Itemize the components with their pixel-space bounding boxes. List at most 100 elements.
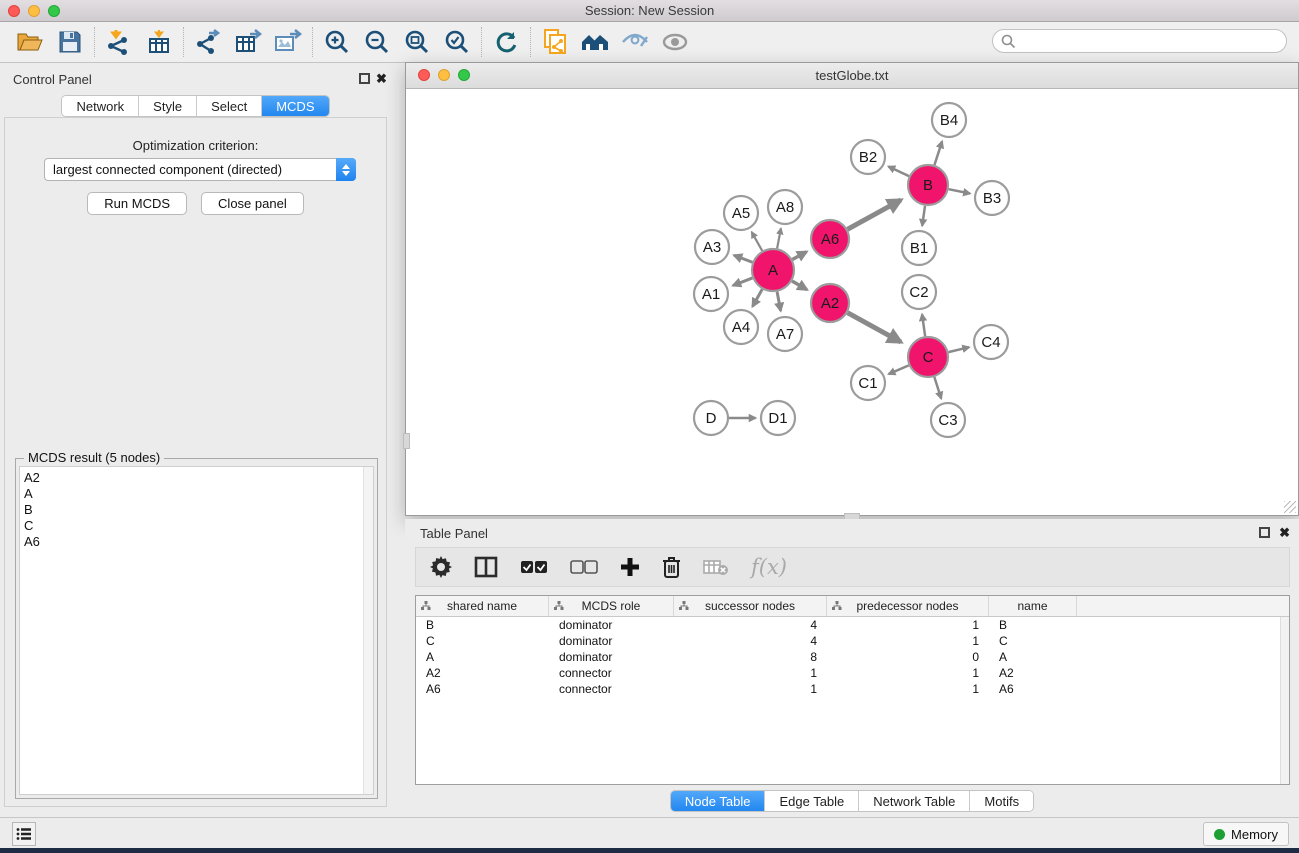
column-visibility-icon[interactable] xyxy=(474,552,498,582)
column-header-shared-name[interactable]: shared name xyxy=(416,596,549,616)
cell-successor-nodes[interactable]: 1 xyxy=(674,681,827,697)
table-options-gear-icon[interactable] xyxy=(430,552,452,582)
cell-predecessor-nodes[interactable]: 1 xyxy=(827,633,989,649)
cell-shared-name[interactable]: A xyxy=(416,649,549,665)
cell-MCDS-role[interactable]: dominator xyxy=(549,649,674,665)
table-row[interactable]: A6connector11A6 xyxy=(416,681,1289,697)
edge-A-A8[interactable] xyxy=(777,228,781,248)
control-panel-float-icon[interactable] xyxy=(359,73,370,84)
optimization-criterion-select[interactable]: largest connected component (directed) xyxy=(44,158,356,181)
table-row[interactable]: A2connector11A2 xyxy=(416,665,1289,681)
network-files-icon[interactable] xyxy=(535,25,575,59)
network-close-button[interactable] xyxy=(418,69,430,81)
network-canvas[interactable]: AA1A2A3A4A5A6A7A8BB1B2B3B4CC1C2C3C4DD1 xyxy=(407,89,1297,515)
mcds-result-list[interactable]: A2ABCA6 xyxy=(19,466,374,795)
import-table-icon[interactable] xyxy=(139,25,179,59)
cell-shared-name[interactable]: C xyxy=(416,633,549,649)
column-header-successor-nodes[interactable]: successor nodes xyxy=(674,596,827,616)
cell-MCDS-role[interactable]: dominator xyxy=(549,633,674,649)
minimize-window-button[interactable] xyxy=(28,5,40,17)
cell-shared-name[interactable]: A6 xyxy=(416,681,549,697)
network-minimize-button[interactable] xyxy=(438,69,450,81)
edge-A-A6[interactable] xyxy=(792,252,806,260)
export-network-icon[interactable] xyxy=(188,25,228,59)
cell-MCDS-role[interactable]: dominator xyxy=(549,617,674,633)
task-history-button[interactable] xyxy=(12,822,36,846)
edge-B-B4[interactable] xyxy=(934,141,942,165)
tab-select[interactable]: Select xyxy=(197,96,262,116)
export-table-icon[interactable] xyxy=(228,25,268,59)
tab-style[interactable]: Style xyxy=(139,96,197,116)
edge-A-A3[interactable] xyxy=(734,255,752,262)
apply-layout-icon[interactable] xyxy=(486,25,526,59)
network-graph[interactable]: AA1A2A3A4A5A6A7A8BB1B2B3B4CC1C2C3C4DD1 xyxy=(407,89,1297,515)
deselect-all-icon[interactable] xyxy=(570,552,598,582)
edge-B-B1[interactable] xyxy=(922,206,925,226)
table-row[interactable]: Adominator80A xyxy=(416,649,1289,665)
add-column-plus-icon[interactable] xyxy=(620,552,640,582)
save-session-icon[interactable] xyxy=(50,25,90,59)
tab-motifs[interactable]: Motifs xyxy=(970,791,1033,811)
cell-name[interactable]: C xyxy=(989,633,1077,649)
cell-predecessor-nodes[interactable]: 1 xyxy=(827,681,989,697)
mcds-result-item[interactable]: A xyxy=(24,486,359,502)
hide-panel-eye-icon[interactable] xyxy=(615,25,655,59)
edge-A-A2[interactable] xyxy=(792,281,807,290)
network-window-titlebar[interactable]: testGlobe.txt xyxy=(406,63,1298,89)
cell-name[interactable]: A xyxy=(989,649,1077,665)
search-input[interactable] xyxy=(1016,31,1286,51)
search-field[interactable] xyxy=(992,29,1287,53)
tab-edge-table[interactable]: Edge Table xyxy=(765,791,859,811)
window-resize-grip[interactable] xyxy=(1284,501,1296,513)
edge-A2-C[interactable] xyxy=(848,313,901,342)
edge-A-A7[interactable] xyxy=(777,292,781,311)
maximize-window-button[interactable] xyxy=(48,5,60,17)
cell-successor-nodes[interactable]: 1 xyxy=(674,665,827,681)
table-panel-close-icon[interactable]: ✖ xyxy=(1279,525,1290,541)
home-icon[interactable] xyxy=(575,25,615,59)
zoom-out-icon[interactable] xyxy=(357,25,397,59)
tab-network-table[interactable]: Network Table xyxy=(859,791,970,811)
network-maximize-button[interactable] xyxy=(458,69,470,81)
select-all-icon[interactable] xyxy=(520,552,548,582)
close-panel-button[interactable]: Close panel xyxy=(201,192,304,215)
table-panel-float-icon[interactable] xyxy=(1259,527,1270,538)
zoom-selected-icon[interactable] xyxy=(437,25,477,59)
column-header-name[interactable]: name xyxy=(989,596,1077,616)
mcds-result-item[interactable]: A6 xyxy=(24,534,359,550)
cell-name[interactable]: A6 xyxy=(989,681,1077,697)
mcds-result-item[interactable]: B xyxy=(24,502,359,518)
edge-A-A1[interactable] xyxy=(733,278,752,286)
column-header-MCDS-role[interactable]: MCDS role xyxy=(549,596,674,616)
cell-successor-nodes[interactable]: 8 xyxy=(674,649,827,665)
cell-MCDS-role[interactable]: connector xyxy=(549,681,674,697)
show-panel-eye-icon[interactable] xyxy=(655,25,695,59)
import-network-icon[interactable] xyxy=(99,25,139,59)
edge-B-B2[interactable] xyxy=(888,167,909,177)
edge-C-C2[interactable] xyxy=(922,314,925,336)
cell-predecessor-nodes[interactable]: 1 xyxy=(827,665,989,681)
column-header-predecessor-nodes[interactable]: predecessor nodes xyxy=(827,596,989,616)
edge-B-B3[interactable] xyxy=(949,189,970,193)
zoom-in-icon[interactable] xyxy=(317,25,357,59)
cell-predecessor-nodes[interactable]: 1 xyxy=(827,617,989,633)
result-list-scrollbar[interactable] xyxy=(363,467,373,794)
cell-name[interactable]: B xyxy=(989,617,1077,633)
tab-node-table[interactable]: Node Table xyxy=(671,791,766,811)
tab-mcds[interactable]: MCDS xyxy=(262,96,328,116)
open-session-icon[interactable] xyxy=(10,25,50,59)
edge-A-A4[interactable] xyxy=(753,289,763,306)
edge-A-A5[interactable] xyxy=(752,232,763,251)
edge-C-C1[interactable] xyxy=(889,365,909,374)
cell-successor-nodes[interactable]: 4 xyxy=(674,617,827,633)
zoom-fit-icon[interactable] xyxy=(397,25,437,59)
run-mcds-button[interactable]: Run MCDS xyxy=(87,192,187,215)
table-row[interactable]: Cdominator41C xyxy=(416,633,1289,649)
edge-C-C4[interactable] xyxy=(948,347,969,352)
cell-shared-name[interactable]: A2 xyxy=(416,665,549,681)
control-panel-close-icon[interactable]: ✖ xyxy=(376,71,387,87)
cell-predecessor-nodes[interactable]: 0 xyxy=(827,649,989,665)
export-image-icon[interactable] xyxy=(268,25,308,59)
cell-MCDS-role[interactable]: connector xyxy=(549,665,674,681)
vertical-divider-handle[interactable] xyxy=(403,433,410,449)
